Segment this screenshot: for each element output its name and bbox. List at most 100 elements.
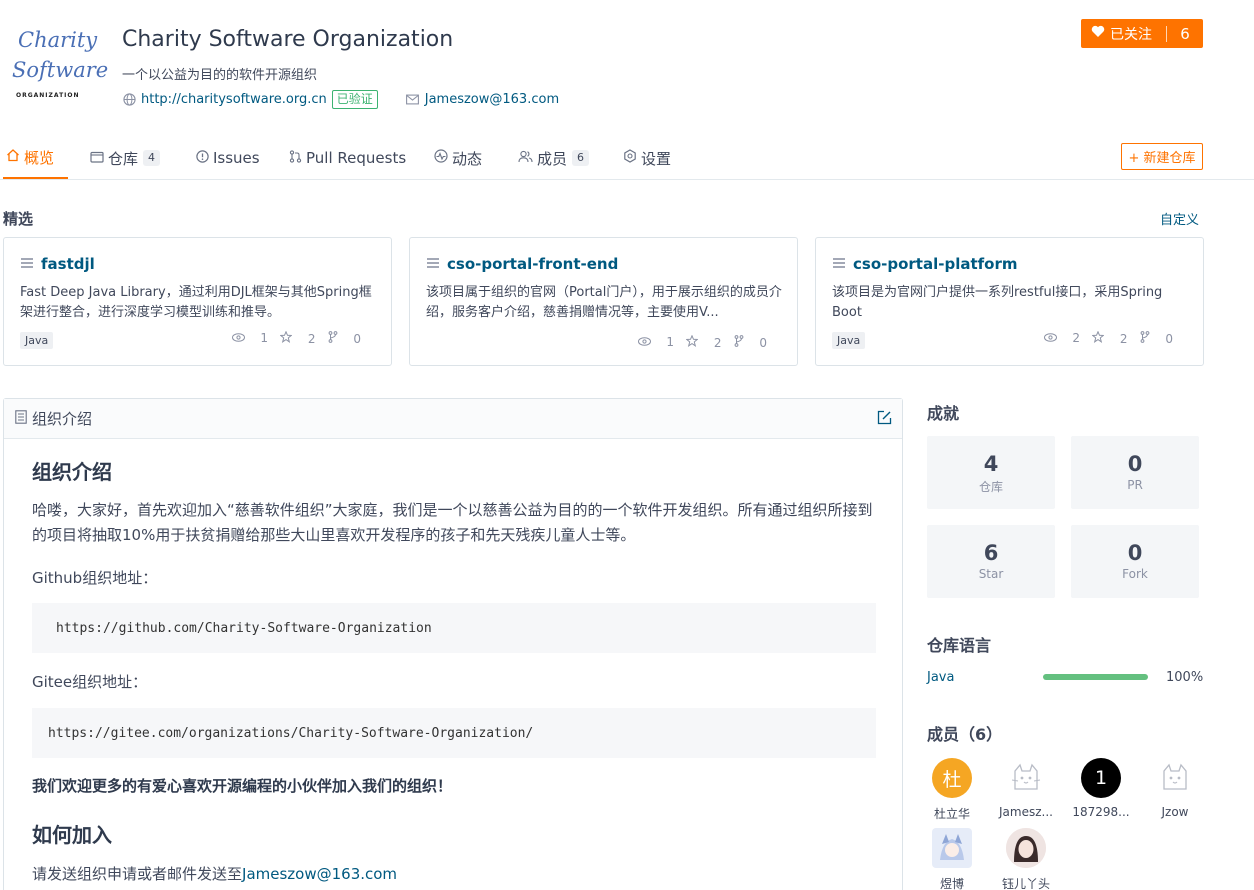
org-name: Charity Software Organization: [122, 27, 454, 52]
follow-label: 已关注: [1110, 26, 1152, 43]
member-item[interactable]: Jamesz...: [985, 758, 1067, 819]
stat-value: 0: [1127, 452, 1143, 476]
org-header: Charity Software ORGANIZATION Charity So…: [0, 0, 1254, 140]
readme-welcome: 我们欢迎更多的有爱心喜欢开源编程的小伙伴加入我们的组织！: [32, 777, 453, 795]
tab-label: 概览: [24, 148, 55, 167]
languages-title: 仓库语言: [927, 636, 992, 655]
member-item[interactable]: 煜博: [911, 828, 993, 890]
star-stat: 2: [279, 330, 316, 346]
featured-repo-card[interactable]: cso-portal-front-end 该项目属于组织的官网（Portal门户…: [409, 237, 798, 366]
cat-avatar-icon: [1155, 758, 1195, 798]
stat-fork[interactable]: 0 Fork: [1071, 525, 1199, 598]
member-name: Jzow: [1161, 805, 1189, 819]
stat-pr[interactable]: 0 PR: [1071, 436, 1199, 509]
member-item[interactable]: 1 187298...: [1060, 758, 1142, 819]
stat-label: Fork: [1122, 567, 1148, 581]
tab-members[interactable]: 成员 6: [518, 137, 590, 179]
watch-stat: 1: [231, 331, 269, 346]
stat-value: 6: [983, 541, 999, 565]
repo-name-link[interactable]: cso-portal-platform: [853, 255, 1017, 273]
tab-overview[interactable]: 概览: [3, 137, 69, 179]
heart-icon: [1091, 25, 1105, 42]
edit-icon[interactable]: [877, 410, 892, 429]
tab-repositories[interactable]: 仓库 4: [90, 137, 161, 179]
repo-description: 该项目是为官网门户提供一系列restful接口，采用Spring Boot: [832, 285, 1163, 320]
org-nav-tabs: 概览 仓库 4 Issues Pull Requests 动态 成员 6 设置: [0, 137, 1254, 180]
language-tag: Java: [20, 332, 54, 349]
org-meta: http://charitysoftware.org.cn 已验证 Jamesz…: [122, 90, 559, 109]
watch-count: 2: [1072, 331, 1081, 345]
repo-list-icon: [426, 257, 441, 273]
member-name: 煜博: [939, 877, 964, 890]
org-logo: Charity Software ORGANIZATION: [8, 22, 108, 106]
tab-label: 动态: [452, 149, 483, 168]
repo-list-icon: [832, 257, 847, 273]
readme-heading: 组织介绍: [32, 460, 112, 484]
follow-button[interactable]: 已关注 6: [1081, 19, 1203, 48]
featured-repo-card[interactable]: cso-portal-platform 该项目是为官网门户提供一系列restfu…: [815, 237, 1204, 366]
customize-link[interactable]: 自定义: [1160, 209, 1199, 228]
tab-count-badge: 4: [143, 150, 161, 166]
follow-count: 6: [1180, 24, 1190, 43]
join-email-link[interactable]: Jameszow@163.com: [242, 865, 397, 883]
join-text-line: 请发送组织申请或者邮件发送至Jameszow@163.com: [32, 862, 876, 887]
language-name[interactable]: Java: [927, 670, 954, 685]
star-stat: 2: [685, 334, 722, 350]
gitee-code-block: https://gitee.com/organizations/Charity-…: [32, 708, 876, 758]
language-tag: Java: [832, 332, 866, 349]
new-repo-button[interactable]: + 新建仓库: [1121, 143, 1203, 170]
avatar-initial: 杜: [942, 768, 962, 791]
watch-count: 1: [260, 331, 269, 345]
email-link[interactable]: Jameszow@163.com: [425, 92, 559, 107]
tab-label: Pull Requests: [306, 149, 407, 167]
member-item[interactable]: Jzow: [1134, 758, 1216, 819]
avatar: 杜: [932, 758, 972, 798]
repo-name-link[interactable]: fastdjl: [41, 255, 95, 273]
tab-pull-requests[interactable]: Pull Requests: [289, 137, 406, 179]
repo-icon: [90, 150, 104, 167]
photo-avatar-icon: [1006, 828, 1046, 868]
tab-settings[interactable]: 设置: [623, 137, 671, 179]
repo-name-link[interactable]: cso-portal-front-end: [447, 255, 618, 273]
logo-text: Software: [12, 58, 109, 82]
readme-intro: 哈喽，大家好，首先欢迎加入“慈善软件组织”大家庭，我们是一个以慈善公益为目的的一…: [32, 501, 873, 544]
org-readme-panel: 组织介绍 组织介绍 哈喽，大家好，首先欢迎加入“慈善软件组织”大家庭，我们是一个…: [3, 398, 903, 890]
repo-stats: 2 2 0: [1032, 330, 1173, 346]
member-item[interactable]: 钰儿丫头: [985, 828, 1067, 890]
anime-avatar-icon: [932, 828, 972, 868]
avatar-initial: 1: [1094, 767, 1108, 789]
readme-header: 组织介绍: [4, 399, 902, 439]
pull-request-icon: [289, 149, 302, 167]
activity-icon: [434, 149, 448, 167]
verified-badge: 已验证: [331, 90, 378, 109]
star-count: 2: [1119, 332, 1128, 346]
github-label: Github组织地址：: [32, 569, 158, 587]
repo-description: 该项目属于组织的官网（Portal门户），用于展示组织的成员介绍，服务客户介绍，…: [426, 285, 782, 320]
featured-title: 精选: [3, 210, 34, 228]
github-code-block: https://github.com/Charity-Software-Orga…: [32, 603, 876, 653]
mail-icon: [406, 93, 420, 107]
tab-activity[interactable]: 动态: [434, 137, 482, 179]
fork-stat: 0: [328, 331, 361, 346]
stat-star[interactable]: 6 Star: [927, 525, 1055, 598]
repo-description: Fast Deep Java Library，通过利用DJL框架与其他Sprin…: [20, 285, 372, 320]
fork-stat: 0: [734, 335, 767, 350]
watch-count: 1: [666, 335, 675, 349]
member-name: 杜立华: [933, 807, 970, 821]
member-item[interactable]: 杜 杜立华: [911, 758, 993, 822]
fork-count: 0: [759, 336, 767, 350]
website-link[interactable]: http://charitysoftware.org.cn: [141, 92, 327, 107]
member-name: Jamesz...: [999, 805, 1053, 819]
member-name: 钰儿丫头: [1001, 877, 1050, 890]
repo-list-icon: [20, 257, 35, 273]
tab-label: Issues: [213, 149, 260, 167]
featured-repo-card[interactable]: fastdjl Fast Deep Java Library，通过利用DJL框架…: [3, 237, 392, 366]
tab-label: 设置: [641, 149, 672, 168]
stat-repos[interactable]: 4 仓库: [927, 436, 1055, 509]
avatar: 1: [1081, 758, 1121, 798]
tab-count-badge: 6: [572, 150, 590, 166]
watch-stat: 1: [637, 335, 675, 350]
star-count: 2: [307, 332, 316, 346]
cat-avatar-icon: [1006, 758, 1046, 798]
tab-issues[interactable]: Issues: [196, 137, 260, 179]
